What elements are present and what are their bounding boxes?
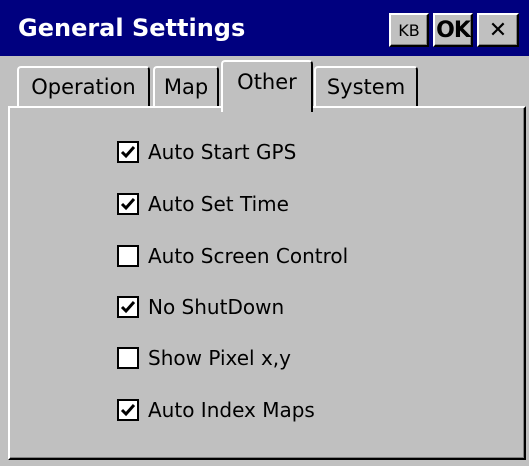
close-icon: ✕ <box>488 17 508 43</box>
checkbox-label: Auto Index Maps <box>148 398 315 422</box>
checkbox-label: Auto Screen Control <box>148 244 349 268</box>
checkbox-label: No ShutDown <box>148 295 285 319</box>
auto-screen-control-checkbox[interactable]: Auto Screen Control <box>117 242 348 270</box>
tab-operation[interactable]: Operation <box>17 66 150 106</box>
checkbox-box <box>117 141 139 163</box>
keyboard-button[interactable]: KB <box>389 13 429 47</box>
check-icon <box>120 146 136 159</box>
window-title: General Settings <box>18 14 246 42</box>
tab-system[interactable]: System <box>314 66 418 106</box>
checkbox-box <box>117 296 139 318</box>
checkbox-label: Auto Start GPS <box>148 140 297 164</box>
close-button[interactable]: ✕ <box>477 13 519 47</box>
checkbox-box <box>117 399 139 421</box>
tab-other[interactable]: Other <box>221 60 313 112</box>
auto-start-gps-checkbox[interactable]: Auto Start GPS <box>117 138 296 166</box>
checkbox-label: Auto Set Time <box>148 192 289 216</box>
settings-window: General Settings KB OK ✕ Operation Map O… <box>0 0 529 466</box>
checkbox-label: Show Pixel x,y <box>148 346 291 370</box>
check-icon <box>120 198 136 211</box>
checkbox-box <box>117 193 139 215</box>
auto-index-maps-checkbox[interactable]: Auto Index Maps <box>117 396 315 424</box>
show-pixel-xy-checkbox[interactable]: Show Pixel x,y <box>117 344 291 372</box>
no-shutdown-checkbox[interactable]: No ShutDown <box>117 293 284 321</box>
ok-button[interactable]: OK <box>433 13 473 47</box>
tab-map[interactable]: Map <box>153 66 219 106</box>
auto-set-time-checkbox[interactable]: Auto Set Time <box>117 190 289 218</box>
title-bar: General Settings KB OK ✕ <box>0 0 529 56</box>
check-icon <box>120 404 136 417</box>
check-icon <box>120 301 136 314</box>
checkbox-box <box>117 347 139 369</box>
checkbox-box <box>117 245 139 267</box>
